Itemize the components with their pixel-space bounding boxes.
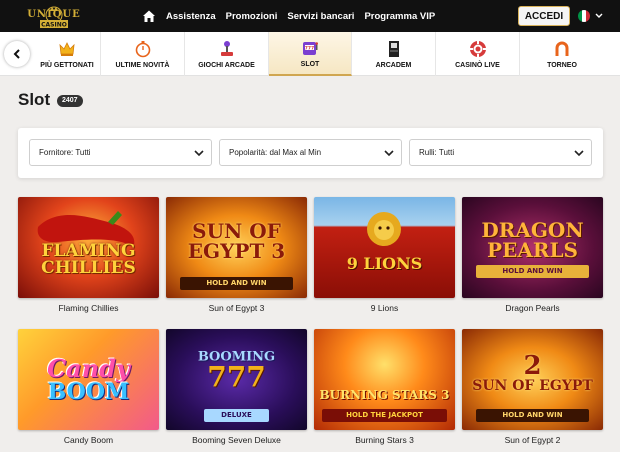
game-art-subtitle: HOLD THE JACKPOT <box>322 409 447 422</box>
tab-label: PIÙ GETTONATI <box>40 61 94 69</box>
game-name: Sun of Egypt 2 <box>504 435 561 445</box>
nav-link-servizi-bancari[interactable]: Servizi bancari <box>287 11 354 22</box>
game-art-subtitle: HOLD AND WIN <box>476 409 589 422</box>
svg-text:777: 777 <box>305 45 314 51</box>
scroll-back-button[interactable] <box>4 41 30 67</box>
joystick-icon <box>218 40 236 58</box>
chevron-down-icon <box>384 150 394 157</box>
game-card-candy-boom[interactable]: Candy BOOM Candy Boom <box>18 329 159 445</box>
game-art-title: DRAGON PEARLS <box>481 218 584 263</box>
game-thumbnail[interactable]: FLAMING CHILLIES <box>18 197 159 298</box>
main-nav: Assistenza Promozioni Servizi bancari Pr… <box>142 0 435 32</box>
game-card-booming-seven-deluxe[interactable]: BOOMING 777 DELUXE Booming Seven Deluxe <box>166 329 307 445</box>
tab-label: GIOCHI ARCADE <box>198 61 255 69</box>
category-bar: PIÙ GETTONATI ULTIME NOVITÀ GIOCHI ARCAD… <box>0 32 620 76</box>
slot-machine-icon: 777 <box>301 39 319 57</box>
nav-link-promozioni[interactable]: Promozioni <box>226 11 278 22</box>
game-art-subtitle: HOLD AND WIN <box>180 277 293 290</box>
select-value: Rulli: Tutti <box>419 148 455 157</box>
select-value: Fornitore: Tutti <box>39 148 91 157</box>
roulette-chip-icon <box>469 40 487 58</box>
game-art-title: FLAMING CHILLIES <box>41 240 136 278</box>
crown-icon <box>58 40 76 58</box>
game-name: Sun of Egypt 3 <box>208 303 265 313</box>
game-art-title: 9 LIONS <box>346 253 423 273</box>
tab-label: SLOT <box>300 60 320 68</box>
tab-label: TORNEO <box>547 61 577 69</box>
tab-arcadem[interactable]: ARCADEM <box>352 32 436 76</box>
game-card-9-lions[interactable]: 9 LIONS 9 Lions <box>314 197 455 313</box>
game-name: Candy Boom <box>63 435 114 445</box>
nav-link-assistenza[interactable]: Assistenza <box>166 11 216 22</box>
game-thumbnail[interactable]: 2 SUN OF EGYPT HOLD AND WIN <box>462 329 603 430</box>
game-card-flaming-chillies[interactable]: FLAMING CHILLIES Flaming Chillies <box>18 197 159 313</box>
game-art-title: SUN OF EGYPT 3 <box>187 219 286 264</box>
game-name: Booming Seven Deluxe <box>192 435 281 445</box>
game-name: Burning Stars 3 <box>355 435 414 445</box>
tab-slot[interactable]: 777 SLOT <box>269 32 352 76</box>
game-art-title: BOOMING 777 <box>197 349 276 394</box>
page-title: Slot <box>18 90 51 109</box>
chevron-left-icon <box>13 49 20 59</box>
game-thumbnail[interactable]: 9 LIONS <box>314 197 455 298</box>
chevron-down-icon <box>574 150 584 157</box>
horseshoe-icon <box>553 40 571 58</box>
popularity-sort-select[interactable]: Popolarità: dal Max al Min <box>219 139 402 166</box>
tab-ultime-novita[interactable]: ULTIME NOVITÀ <box>101 32 185 76</box>
nav-link-programma-vip[interactable]: Programma VIP <box>364 11 435 22</box>
tab-torneo[interactable]: TORNEO <box>520 32 604 76</box>
unique-casino-logo[interactable]: UNIQUE CASINO <box>4 1 104 31</box>
game-art-title: BURNING STARS 3 <box>319 387 450 402</box>
arcade-cabinet-icon <box>385 40 403 58</box>
tab-piu-gettonati[interactable]: PIÙ GETTONATI <box>34 32 101 76</box>
tab-label: CASINÒ LIVE <box>455 61 500 69</box>
select-value: Popolarità: dal Max al Min <box>229 148 322 157</box>
chevron-down-icon[interactable] <box>594 10 604 22</box>
logo-subtitle: CASINO <box>41 22 67 29</box>
tab-label: ARCADEM <box>375 61 412 69</box>
logo-wordmark: UNIQUE <box>27 9 81 20</box>
game-card-sun-of-egypt-3[interactable]: SUN OF EGYPT 3 HOLD AND WIN Sun of Egypt… <box>166 197 307 313</box>
lion-head-illustration <box>367 212 401 246</box>
games-count-badge: 2407 <box>57 95 83 107</box>
login-button[interactable]: ACCEDI <box>518 6 570 26</box>
game-card-dragon-pearls[interactable]: DRAGON PEARLS HOLD AND WIN Dragon Pearls <box>462 197 603 313</box>
chevron-down-icon <box>194 150 204 157</box>
game-name: 9 Lions <box>370 303 399 313</box>
game-thumbnail[interactable]: Candy BOOM <box>18 329 159 430</box>
reels-filter-select[interactable]: Rulli: Tutti <box>409 139 592 166</box>
game-art-title: Candy BOOM <box>47 353 130 405</box>
tab-label: ULTIME NOVITÀ <box>115 61 170 69</box>
provider-filter-select[interactable]: Fornitore: Tutti <box>29 139 212 166</box>
game-art-subtitle: DELUXE <box>204 409 269 422</box>
filters-panel: Fornitore: Tutti Popolarità: dal Max al … <box>18 128 603 178</box>
game-art-subtitle: HOLD AND WIN <box>476 265 589 278</box>
game-thumbnail[interactable]: BOOMING 777 DELUXE <box>166 329 307 430</box>
game-art-title: 2 SUN OF EGYPT <box>472 351 593 395</box>
game-thumbnail[interactable]: BURNING STARS 3 HOLD THE JACKPOT <box>314 329 455 430</box>
game-thumbnail[interactable]: SUN OF EGYPT 3 HOLD AND WIN <box>166 197 307 298</box>
top-navigation-bar: UNIQUE CASINO Assistenza Promozioni Serv… <box>0 0 620 32</box>
game-thumbnail[interactable]: DRAGON PEARLS HOLD AND WIN <box>462 197 603 298</box>
game-name: Dragon Pearls <box>505 303 560 313</box>
tab-giochi-arcade[interactable]: GIOCHI ARCADE <box>185 32 269 76</box>
game-card-sun-of-egypt-2[interactable]: 2 SUN OF EGYPT HOLD AND WIN Sun of Egypt… <box>462 329 603 445</box>
tab-casino-live[interactable]: CASINÒ LIVE <box>436 32 520 76</box>
home-icon[interactable] <box>142 9 156 23</box>
game-name: Flaming Chillies <box>58 303 119 313</box>
stopwatch-icon <box>134 40 152 58</box>
game-card-burning-stars-3[interactable]: BURNING STARS 3 HOLD THE JACKPOT Burning… <box>314 329 455 445</box>
italy-flag-icon[interactable] <box>578 10 590 22</box>
